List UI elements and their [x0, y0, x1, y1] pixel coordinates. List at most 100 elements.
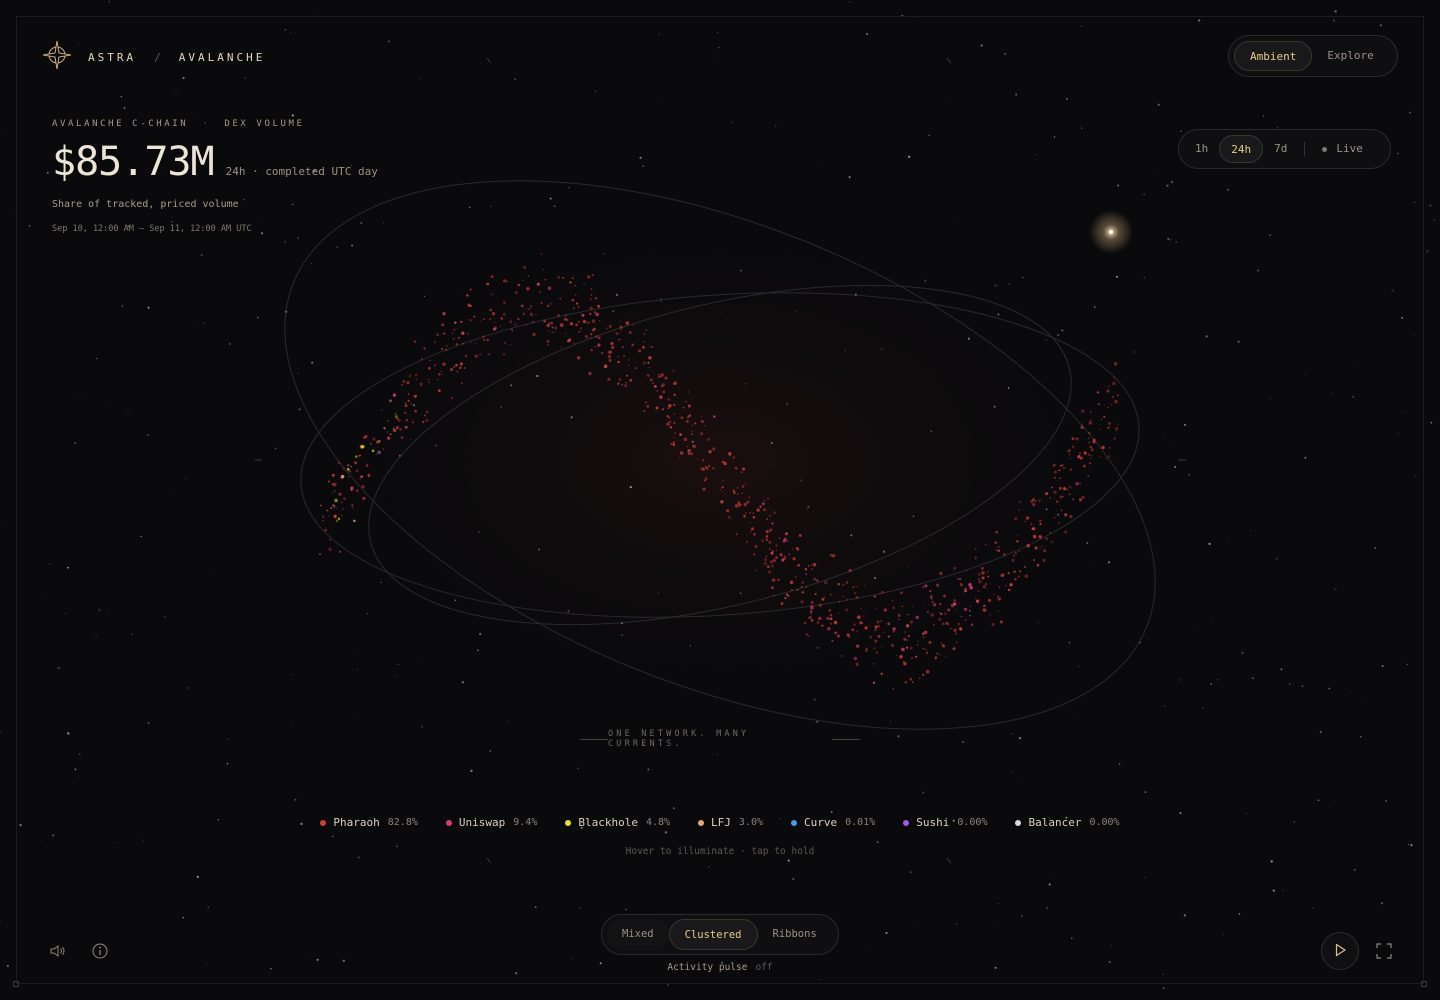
particle: [1113, 437, 1116, 440]
particle: [619, 325, 623, 329]
background-star: [1066, 488, 1069, 491]
particle: [733, 487, 735, 490]
particle: [1101, 445, 1105, 450]
particle: [532, 332, 536, 337]
particle: [625, 381, 627, 384]
legend-item-sushi[interactable]: Sushi 0.00%: [903, 816, 987, 829]
background-star: [912, 605, 914, 607]
background-star: [995, 611, 997, 613]
particle: [441, 347, 444, 350]
particle: [1058, 469, 1061, 472]
background-star: [52, 834, 55, 837]
particle: [490, 275, 494, 278]
particle: [457, 327, 459, 329]
particle: [672, 441, 675, 444]
background-star: [866, 33, 869, 36]
particle: [778, 537, 781, 539]
background-star: [689, 645, 691, 647]
particle: [346, 468, 350, 471]
particle: [694, 422, 697, 425]
particle: [901, 647, 905, 652]
particle: [1053, 516, 1056, 519]
legend-item-pharaoh[interactable]: Pharaoh 82.8%: [320, 816, 418, 829]
particle: [517, 283, 521, 287]
particle: [351, 505, 354, 509]
live-button[interactable]: Live: [1311, 135, 1374, 163]
particle: [462, 342, 464, 345]
brand[interactable]: ASTRA / AVALANCHE: [42, 40, 265, 74]
particle: [573, 342, 576, 345]
background-star: [456, 289, 458, 291]
background-star: [1162, 987, 1165, 990]
particle: [765, 535, 769, 538]
particle: [371, 449, 375, 453]
particle: [407, 399, 410, 403]
background-star: [908, 155, 911, 158]
particle: [978, 580, 982, 584]
legend: Pharaoh 82.8% Uniswap 9.4% Blackhole 4.8% L…: [0, 816, 1440, 829]
particle: [953, 566, 957, 570]
particle: [877, 624, 881, 628]
background-star: [1304, 373, 1306, 375]
particle: [790, 589, 793, 592]
mode-explore-button[interactable]: Explore: [1312, 41, 1388, 71]
legend-item-blackhole[interactable]: Blackhole 4.8%: [565, 816, 670, 829]
legend-swatch: [903, 819, 910, 826]
particle: [672, 437, 675, 439]
particle: [452, 365, 456, 369]
activity-pulse-toggle[interactable]: Activity pulse off: [0, 962, 1440, 973]
info-icon[interactable]: [90, 941, 110, 961]
tagline-rule: [580, 738, 608, 740]
network-name: AVALANCHE: [178, 50, 266, 64]
particle: [649, 345, 651, 347]
summary-panel: AVALANCHE C-CHAIN · DEX VOLUME $85.73M 24h…: [52, 119, 378, 234]
particle: [866, 647, 868, 650]
particle: [708, 449, 712, 454]
particle: [1080, 456, 1083, 460]
background-star: [454, 599, 457, 602]
background-star: [1289, 683, 1291, 685]
legend-item-uniswap[interactable]: Uniswap 9.4%: [445, 816, 537, 829]
particle: [724, 493, 727, 496]
legend-item-balancer[interactable]: Balancer 0.00%: [1015, 816, 1120, 829]
particle: [1110, 404, 1113, 406]
view-clustered-button[interactable]: Clustered: [668, 919, 758, 950]
legend-item-curve[interactable]: Curve 0.01%: [791, 816, 875, 829]
background-star: [1100, 419, 1102, 421]
speaker-icon[interactable]: [47, 941, 67, 961]
timeframe-24h-button[interactable]: 24h: [1219, 135, 1264, 163]
view-ribbons-button[interactable]: Ribbons: [758, 919, 832, 950]
particle: [735, 533, 738, 535]
particle: [526, 286, 530, 291]
mode-ambient-button[interactable]: Ambient: [1234, 41, 1313, 71]
view-mixed-button[interactable]: Mixed: [607, 919, 669, 950]
particle: [410, 403, 413, 405]
fullscreen-icon[interactable]: [1374, 941, 1394, 961]
particle: [1018, 501, 1021, 504]
legend-item-lfj[interactable]: LFJ 3.0%: [698, 816, 763, 829]
particle: [1038, 499, 1041, 502]
particle: [655, 411, 657, 413]
timeframe-7d-button[interactable]: 7d: [1263, 135, 1298, 163]
particle: [1017, 575, 1021, 578]
background-star: [850, 534, 853, 537]
particle: [377, 450, 381, 455]
timeframe-1h-button[interactable]: 1h: [1184, 135, 1219, 163]
particle: [874, 628, 877, 631]
particle: [326, 509, 329, 512]
particle: [997, 595, 1000, 598]
particle: [952, 647, 956, 651]
background-star: [1401, 317, 1403, 319]
background-star: [290, 31, 292, 33]
background-star: [147, 306, 150, 309]
particle: [874, 639, 878, 643]
particle: [571, 277, 574, 279]
play-button[interactable]: [1321, 932, 1359, 970]
background-star: [1162, 973, 1164, 975]
particle: [1115, 430, 1117, 432]
particle: [687, 452, 691, 456]
particle: [1032, 558, 1036, 562]
particle: [642, 341, 645, 343]
particle: [941, 622, 945, 626]
particle: [608, 324, 612, 328]
